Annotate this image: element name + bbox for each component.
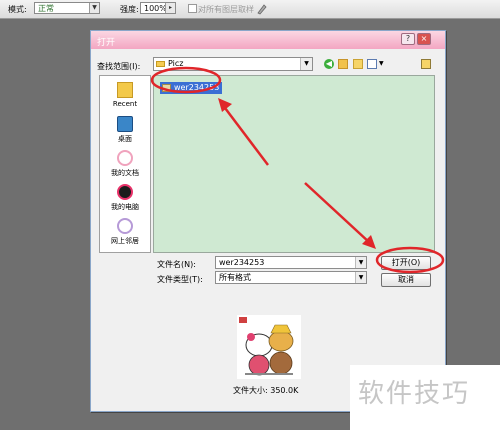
file-item-name: wer234253 xyxy=(174,83,220,92)
up-folder-icon[interactable] xyxy=(338,59,348,69)
strength-input[interactable]: 100% ▸ xyxy=(140,2,176,14)
help-button[interactable]: ? xyxy=(401,33,415,45)
file-list[interactable]: wer234253 xyxy=(153,75,435,253)
chevron-down-icon: ▼ xyxy=(89,3,99,13)
look-in-value: Picz xyxy=(168,59,184,68)
chevron-down-icon: ▼ xyxy=(300,58,312,70)
image-preview xyxy=(237,315,301,379)
slider-arrow-icon: ▸ xyxy=(165,3,175,13)
back-icon[interactable]: ◀ xyxy=(324,59,334,69)
mode-select[interactable]: 正常 ▼ xyxy=(34,2,100,14)
file-size-label: 文件大小: 350.0K xyxy=(233,386,299,395)
pin-icon[interactable] xyxy=(421,59,431,69)
hello-kitty-pink-icon xyxy=(117,150,133,166)
hello-kitty-preview-icon xyxy=(239,317,294,376)
chevron-down-icon[interactable]: ▼ xyxy=(379,60,384,67)
folder-icon xyxy=(156,61,165,67)
list-item[interactable]: wer234253 xyxy=(160,82,223,94)
file-type-value: 所有格式 xyxy=(219,273,251,282)
open-dialog: 打开 ? × 查找范围(I): Picz ▼ ◀ ▼ Recent 桌面 我的文… xyxy=(90,30,446,412)
sample-all-layers-label: 对所有图层取样 xyxy=(198,5,254,14)
chevron-down-icon: ▼ xyxy=(355,257,366,268)
file-type-label: 文件类型(T): xyxy=(157,275,203,284)
place-network[interactable]: 网上邻居 xyxy=(100,218,150,246)
place-my-documents[interactable]: 我的文档 xyxy=(100,150,150,178)
desktop-icon xyxy=(117,116,133,132)
strength-label: 强度: xyxy=(120,5,139,14)
place-label: 网上邻居 xyxy=(111,237,139,245)
strength-value: 100% xyxy=(144,4,167,13)
place-label: 我的电脑 xyxy=(111,203,139,211)
place-recent[interactable]: Recent xyxy=(100,82,150,108)
places-bar: Recent 桌面 我的文档 我的电脑 网上邻居 xyxy=(99,75,151,253)
look-in-label: 查找范围(I): xyxy=(97,62,141,71)
watermark-text: 软件技巧 xyxy=(358,379,471,409)
finger-painting-icon[interactable] xyxy=(256,2,268,15)
sample-all-layers-checkbox[interactable] xyxy=(188,4,197,13)
dialog-titlebar: 打开 ? × xyxy=(91,31,445,49)
look-in-select[interactable]: Picz ▼ xyxy=(153,57,313,71)
file-name-label: 文件名(N): xyxy=(157,260,196,269)
image-file-icon xyxy=(162,84,171,92)
hello-kitty-black-icon xyxy=(117,184,133,200)
place-my-computer[interactable]: 我的电脑 xyxy=(100,184,150,212)
file-name-value: wer234253 xyxy=(219,258,265,267)
open-button[interactable]: 打开(O) xyxy=(381,256,431,270)
close-button[interactable]: × xyxy=(417,33,431,45)
options-bar: 模式: 正常 ▼ 强度: 100% ▸ 对所有图层取样 xyxy=(0,0,500,19)
file-type-select[interactable]: 所有格式 ▼ xyxy=(215,271,367,284)
cancel-button[interactable]: 取消 xyxy=(381,273,431,287)
hello-kitty-lavender-icon xyxy=(117,218,133,234)
mode-label: 模式: xyxy=(8,5,27,14)
place-label: Recent xyxy=(112,100,138,108)
dialog-title: 打开 xyxy=(97,38,116,48)
place-desktop[interactable]: 桌面 xyxy=(100,116,150,144)
mode-value: 正常 xyxy=(38,4,54,13)
file-name-input[interactable]: wer234253 ▼ xyxy=(215,256,367,269)
recent-folder-icon xyxy=(117,82,133,98)
new-folder-icon[interactable] xyxy=(353,59,363,69)
place-label: 我的文档 xyxy=(111,169,139,177)
place-label: 桌面 xyxy=(118,135,132,143)
chevron-down-icon: ▼ xyxy=(355,272,366,283)
view-menu-icon[interactable] xyxy=(367,59,377,69)
watermark: 软件技巧 xyxy=(350,365,500,430)
